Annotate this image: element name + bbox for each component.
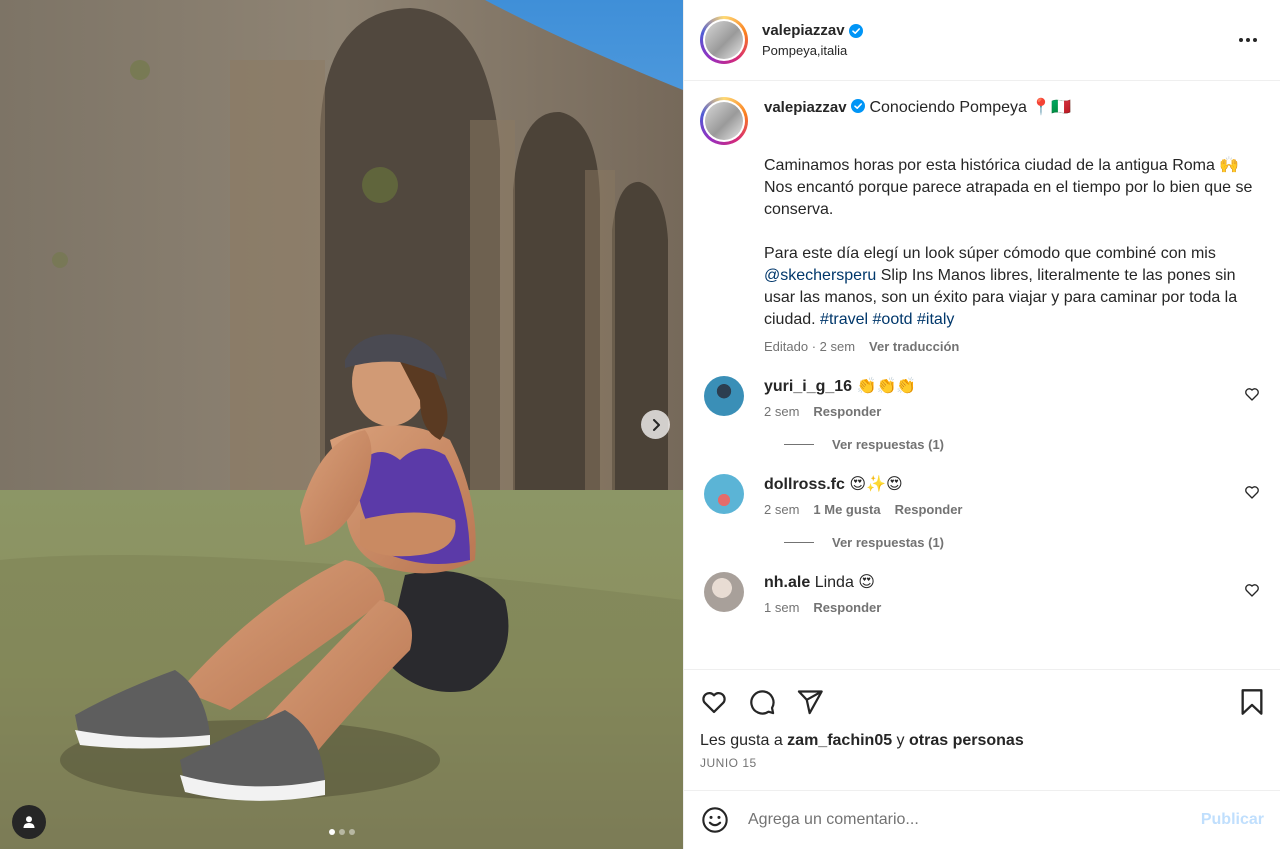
comment-time: 2 sem: [764, 404, 800, 419]
publish-comment-button[interactable]: Publicar: [1201, 811, 1264, 829]
author-meta: valepiazzav Pompeya,italia: [762, 22, 1232, 58]
others-likes-link[interactable]: otras personas: [909, 732, 1024, 749]
post-actions-area: Les gusta a zam_fachin05 y otras persona…: [684, 669, 1280, 790]
comment-text: 😍✨😍: [849, 476, 903, 493]
commenter-username[interactable]: nh.ale: [764, 574, 810, 591]
comment-item: nh.ale Linda 😍 1 sem Responder: [700, 572, 1264, 615]
caption-meta: Editado · 2 sem Ver traducción: [764, 339, 1264, 354]
avatar-photo: [705, 21, 743, 59]
bookmark-icon: [1241, 689, 1263, 715]
comment-text: Linda 😍: [814, 574, 875, 591]
caption-text: Caminamos horas por esta histórica ciuda…: [764, 133, 1264, 331]
send-icon: [797, 690, 823, 715]
heart-icon: [702, 691, 726, 714]
verified-badge-icon: [848, 23, 863, 38]
commenter-avatar[interactable]: [704, 572, 744, 612]
hashtag-link[interactable]: #travel: [820, 311, 868, 328]
post-date: JUNIO 15: [700, 756, 757, 770]
post-photo: [0, 0, 683, 849]
caption-author-avatar[interactable]: [700, 97, 748, 145]
comment-text: 👏👏👏: [856, 378, 917, 395]
mention-link[interactable]: @skechersperu: [764, 267, 876, 284]
emoji-icon: [702, 807, 728, 833]
comment-like-heart-icon[interactable]: [1244, 582, 1260, 598]
commenter-username[interactable]: yuri_i_g_16: [764, 378, 852, 395]
post-header: valepiazzav Pompeya,italia: [684, 0, 1280, 81]
commenter-avatar[interactable]: [704, 376, 744, 416]
reply-button[interactable]: Responder: [813, 404, 881, 419]
share-button[interactable]: [796, 682, 836, 722]
comments-section[interactable]: valepiazzav Conociendo Pompeya 📍🇮🇹 Camin…: [684, 81, 1280, 669]
action-bar: [700, 682, 1264, 722]
carousel-next-button[interactable]: [641, 410, 670, 439]
post-location[interactable]: Pompeya,italia: [762, 43, 1232, 58]
hashtag-link[interactable]: #italy: [917, 311, 954, 328]
comment-input[interactable]: [748, 811, 1201, 829]
hashtag-link[interactable]: #ootd: [873, 311, 913, 328]
comment-time: 1 sem: [764, 600, 800, 615]
comment-time: 2 sem: [764, 502, 800, 517]
chevron-right-icon: [652, 418, 660, 431]
comment-like-heart-icon[interactable]: [1244, 484, 1260, 500]
user-tag-icon: [23, 816, 35, 828]
save-button[interactable]: [1224, 682, 1264, 722]
reply-button[interactable]: Responder: [895, 502, 963, 517]
carousel-dot: [338, 829, 345, 835]
comment-likes-count[interactable]: 1 Me gusta: [813, 502, 880, 517]
commenter-avatar[interactable]: [704, 474, 744, 514]
post-side-panel: valepiazzav Pompeya,italia valepiazzav C…: [683, 0, 1280, 849]
author-avatar[interactable]: [700, 16, 748, 64]
instagram-post: valepiazzav Pompeya,italia valepiazzav C…: [0, 0, 1280, 849]
liker-username[interactable]: zam_fachin05: [787, 732, 892, 749]
caption-title: Conociendo Pompeya 📍🇮🇹: [869, 99, 1072, 116]
comment-item: dollross.fc 😍✨😍 2 sem 1 Me gusta Respond…: [700, 474, 1264, 517]
more-options-button[interactable]: [1232, 24, 1264, 56]
comment-item: yuri_i_g_16 👏👏👏 2 sem Responder: [700, 376, 1264, 419]
emoji-picker-button[interactable]: [700, 805, 730, 835]
comment-like-heart-icon[interactable]: [1244, 386, 1260, 402]
caption-edited-time: Editado · 2 sem: [764, 339, 856, 354]
caption-username[interactable]: valepiazzav: [764, 97, 847, 119]
comment-icon: [750, 690, 775, 715]
comment-composer: Publicar: [684, 790, 1280, 849]
carousel-indicator: [0, 829, 683, 835]
carousel-dot: [328, 829, 335, 835]
verified-badge-icon: [851, 99, 866, 113]
like-button[interactable]: [700, 682, 740, 722]
carousel-dot: [348, 829, 355, 835]
post-caption: valepiazzav Conociendo Pompeya 📍🇮🇹 Camin…: [700, 97, 1264, 354]
likes-summary[interactable]: Les gusta a zam_fachin05 y otras persona…: [700, 732, 1264, 750]
view-replies-button[interactable]: Ver respuestas (1): [784, 535, 1264, 550]
commenter-username[interactable]: dollross.fc: [764, 476, 845, 493]
post-media[interactable]: [0, 0, 683, 849]
caption-paragraph-1: Caminamos horas por esta histórica ciuda…: [764, 157, 1253, 218]
comment-button[interactable]: [748, 682, 788, 722]
caption-paragraph-2: Para este día elegí un look súper cómodo…: [764, 245, 1238, 328]
author-username[interactable]: valepiazzav: [762, 22, 845, 39]
view-replies-button[interactable]: Ver respuestas (1): [784, 437, 1264, 452]
see-translation-button[interactable]: Ver traducción: [869, 339, 959, 354]
reply-button[interactable]: Responder: [813, 600, 881, 615]
more-horizontal-icon: [1239, 38, 1257, 42]
